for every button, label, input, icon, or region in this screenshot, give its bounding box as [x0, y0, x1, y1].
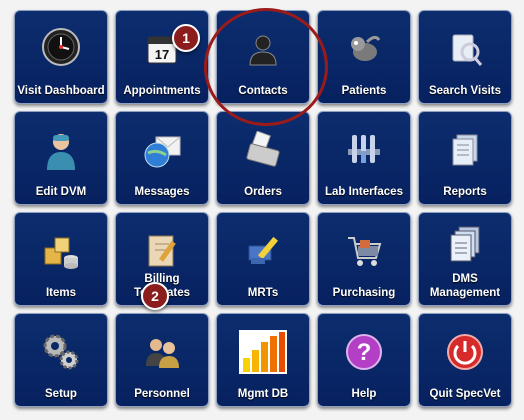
tile-edit-dvm[interactable]: Edit DVM [14, 111, 108, 205]
tile-mgmt-db[interactable]: Mgmt DB [216, 313, 310, 407]
tile-personnel[interactable]: Personnel [115, 313, 209, 407]
tile-label: Contacts [238, 85, 288, 97]
tile-label: DMS Management [429, 273, 501, 299]
power-icon [419, 326, 511, 378]
test-tubes-icon [318, 124, 410, 176]
tile-help[interactable]: ? Help [317, 313, 411, 407]
tile-patients[interactable]: Patients [317, 10, 411, 104]
envelope-globe-icon [116, 124, 208, 176]
tile-label: Messages [134, 186, 190, 198]
notebook-pencil-icon [116, 225, 208, 277]
pet-dog-icon [318, 23, 410, 75]
svg-text:17: 17 [155, 47, 169, 62]
clipboard-magnifier-icon [419, 23, 511, 75]
tile-label: Patients [341, 85, 387, 97]
tile-messages[interactable]: Messages [115, 111, 209, 205]
document-pages-icon [419, 219, 511, 271]
tile-search-visits[interactable]: Search Visits [418, 10, 512, 104]
tile-orders[interactable]: Orders [216, 111, 310, 205]
people-icon [116, 326, 208, 378]
tile-label: Mgmt DB [237, 388, 289, 400]
app-launcher-grid: Visit Dashboard 17 Appointments Contacts [0, 0, 524, 420]
tile-items[interactable]: Items [14, 212, 108, 306]
tile-label: Lab Interfaces [325, 186, 403, 198]
dashboard-clock-icon [15, 21, 107, 73]
tile-label: Help [351, 388, 377, 400]
callout-marker-1: 1 [172, 24, 200, 52]
tile-label: Orders [244, 186, 282, 198]
tile-label: Visit Dashboard [17, 85, 105, 97]
tile-setup[interactable]: Setup [14, 313, 108, 407]
tile-label: Setup [45, 388, 77, 400]
paintbrush-icon [217, 225, 309, 277]
callout-marker-2: 2 [141, 282, 169, 310]
bar-chart-icon [217, 326, 309, 378]
tile-reports[interactable]: Reports [418, 111, 512, 205]
tile-quit-specvet[interactable]: Quit SpecVet [418, 313, 512, 407]
tile-label: Appointments [123, 85, 201, 97]
tile-label: Search Visits [428, 85, 502, 97]
svg-text:?: ? [357, 339, 372, 366]
register-printer-icon [217, 124, 309, 176]
tile-label: Edit DVM [35, 186, 87, 198]
veterinarian-icon [15, 124, 107, 176]
tile-label: Items [45, 287, 77, 299]
tile-label: MRTs [247, 287, 279, 299]
tile-label: Personnel [134, 388, 190, 400]
tile-dms-management[interactable]: DMS Management [418, 212, 512, 306]
question-mark-icon: ? [318, 326, 410, 378]
tile-label: Purchasing [332, 287, 396, 299]
boxes-icon [15, 225, 107, 277]
gears-icon [15, 326, 107, 378]
tile-label: Quit SpecVet [429, 388, 501, 400]
tile-lab-interfaces[interactable]: Lab Interfaces [317, 111, 411, 205]
shopping-cart-icon [318, 225, 410, 277]
tile-label: Reports [443, 186, 487, 198]
tile-mrts[interactable]: MRTs [216, 212, 310, 306]
documents-stack-icon [419, 124, 511, 176]
tile-appointments[interactable]: 17 Appointments [115, 10, 209, 104]
tile-contacts[interactable]: Contacts [216, 10, 310, 104]
tile-purchasing[interactable]: Purchasing [317, 212, 411, 306]
person-silhouette-icon [217, 23, 309, 75]
tile-visit-dashboard[interactable]: Visit Dashboard [14, 10, 108, 104]
